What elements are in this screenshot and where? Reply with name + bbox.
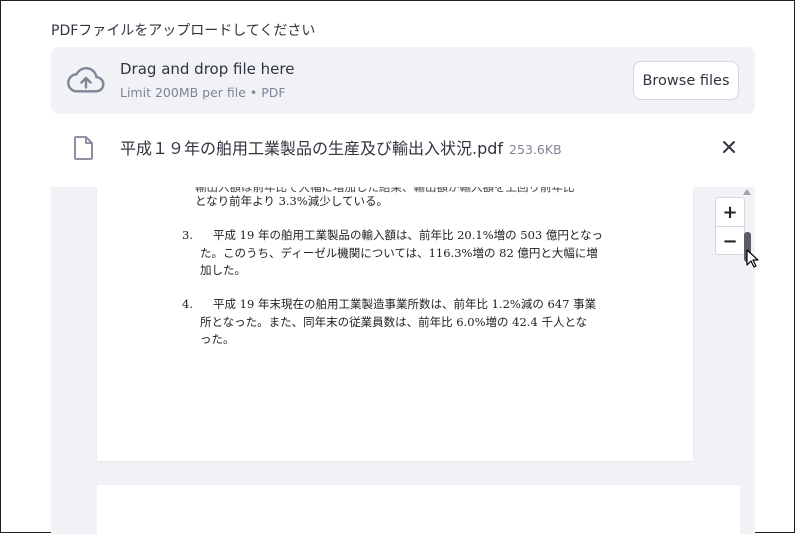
- mouse-pointer-icon: [746, 249, 759, 268]
- uploader-label: PDFファイルをアップロードしてください: [51, 23, 316, 39]
- pdf-viewer[interactable]: 輸出入額は前年比で大幅に増加した結果、輸出額が輸入額を上回り前年比 となり前年よ…: [51, 187, 755, 534]
- browse-files-button[interactable]: Browse files: [633, 61, 739, 100]
- pdf-line: った。: [200, 332, 235, 346]
- zoom-out-button[interactable]: −: [716, 227, 744, 255]
- remove-file-button[interactable]: [717, 135, 741, 159]
- file-size: 253.6KB: [509, 142, 562, 157]
- pdf-item-number: 4.: [182, 297, 193, 311]
- zoom-controls: + −: [715, 197, 745, 255]
- cloud-upload-icon: [67, 67, 105, 93]
- close-icon: [723, 141, 735, 153]
- dropzone-title: Drag and drop file here: [120, 60, 295, 78]
- pdf-page-next: [97, 485, 740, 534]
- pdf-line: た。このうち、ディーゼル機関については、116.3%増の 82 億円と大幅に増: [200, 246, 598, 260]
- dropzone-limit: Limit 200MB per file • PDF: [120, 85, 286, 100]
- file-name-text: 平成１９年の舶用工業製品の生産及び輸出入状況.pdf: [120, 139, 504, 158]
- file-dropzone[interactable]: Drag and drop file here Limit 200MB per …: [51, 47, 755, 114]
- pdf-line: 所となった。また、同年末の従業員数は、前年比 6.0%増の 42.4 千人とな: [200, 315, 588, 329]
- pdf-line: 平成 19 年末現在の舶用工業製造事業所数は、前年比 1.2%減の 647 事業: [213, 297, 597, 311]
- pdf-page: 輸出入額は前年比で大幅に増加した結果、輸出額が輸入額を上回り前年比 となり前年よ…: [97, 187, 693, 461]
- scroll-up-arrow-icon[interactable]: [743, 189, 751, 195]
- pdf-line: となり前年より 3.3%減少している。: [195, 194, 388, 208]
- file-name: 平成１９年の舶用工業製品の生産及び輸出入状況.pdf 253.6KB: [120, 135, 562, 159]
- pdf-item-number: 3.: [182, 228, 193, 242]
- uploaded-file-row: 平成１９年の舶用工業製品の生産及び輸出入状況.pdf 253.6KB: [51, 125, 755, 169]
- zoom-in-button[interactable]: +: [716, 198, 744, 226]
- pdf-line: 加した。: [200, 263, 246, 277]
- pdf-line: 平成 19 年の舶用工業製品の輸入額は、前年比 20.1%増の 503 億円とな…: [213, 228, 604, 242]
- file-icon: [74, 136, 93, 160]
